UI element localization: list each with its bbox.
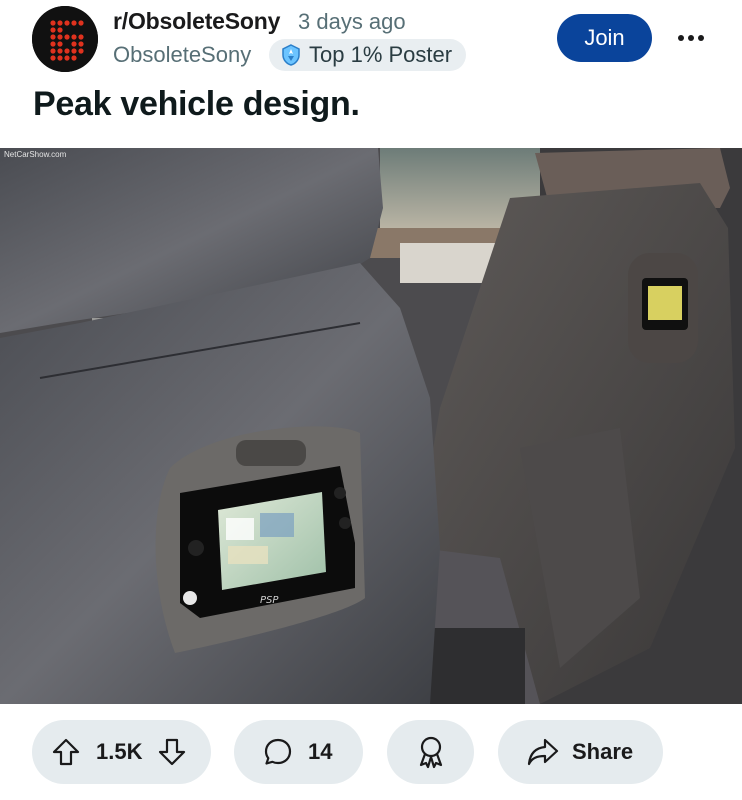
psp-logo: PSP [260, 595, 279, 606]
more-options-button[interactable] [672, 24, 710, 52]
award-button[interactable] [387, 720, 474, 784]
post-time: 3 days ago [298, 9, 406, 34]
subreddit-name[interactable]: r/ObsoleteSony [113, 8, 280, 35]
share-button[interactable]: Share [498, 720, 663, 784]
comment-button[interactable]: 14 [234, 720, 363, 784]
post-header: r/ObsoleteSony 3 days ago ObsoleteSony T… [0, 0, 742, 80]
more-icon-dot [688, 35, 694, 41]
post-image[interactable]: PSP NetCarShow.com [0, 148, 742, 704]
subreddit-logo-icon [32, 6, 98, 72]
share-label: Share [572, 739, 634, 764]
car-interior-photo: PSP [0, 148, 742, 704]
vote-controls: 1.5K [32, 720, 211, 784]
more-icon-dot [698, 35, 704, 41]
flair-badge-icon [282, 44, 300, 66]
join-button[interactable]: Join [557, 14, 652, 62]
more-icon [678, 35, 684, 41]
share-icon [527, 738, 559, 766]
post-action-bar: 1.5K 14 Share [0, 704, 742, 800]
award-icon [419, 736, 442, 769]
image-watermark: NetCarShow.com [4, 150, 67, 159]
post-author[interactable]: ObsoleteSony [113, 42, 251, 68]
subreddit-avatar[interactable] [32, 6, 98, 72]
upvote-icon[interactable] [50, 736, 82, 768]
downvote-icon[interactable] [156, 736, 188, 768]
vote-count: 1.5K [96, 739, 143, 764]
comment-count: 14 [308, 739, 333, 764]
post-title[interactable]: Peak vehicle design. [33, 85, 360, 124]
comment-icon [264, 738, 292, 765]
user-flair: Top 1% Poster [269, 39, 467, 71]
flair-label: Top 1% Poster [309, 42, 453, 67]
